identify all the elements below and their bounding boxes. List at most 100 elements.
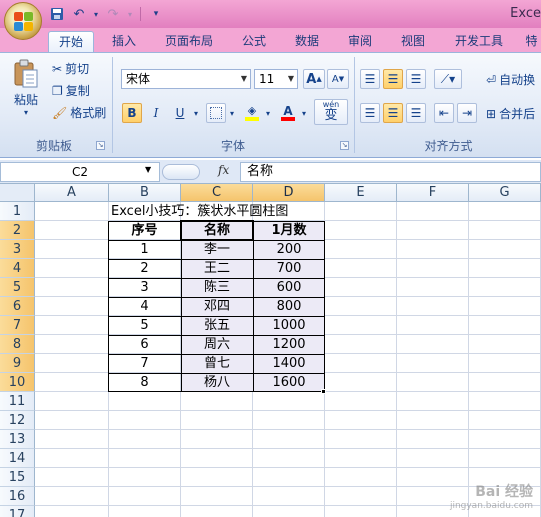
cut-button[interactable]: ✂ 剪切 [52, 60, 89, 77]
tab-home[interactable]: 开始 [48, 31, 94, 52]
align-center-button[interactable]: ☰ [383, 103, 403, 123]
shrink-font-icon: A [331, 73, 339, 85]
row-header-8[interactable]: 8 [0, 335, 35, 354]
font-launcher-icon[interactable]: ↘ [340, 141, 349, 150]
borders-dropdown-icon[interactable]: ▾ [226, 103, 238, 123]
column-header-f[interactable]: F [397, 184, 469, 202]
font-name-combo[interactable]: 宋体 ▼ [121, 69, 251, 89]
paste-button[interactable]: 粘贴 ▾ [8, 59, 44, 117]
phonetic-button[interactable]: wén 变 [314, 99, 348, 125]
undo-icon[interactable]: ↶ [70, 5, 88, 23]
worksheet-grid[interactable]: ABCDEFG 1 2 3 4 5 6 7 8 9 10 11 12 13 14 15 16 17 Excel小… [0, 184, 541, 517]
row-header-12[interactable]: 12 [0, 411, 35, 430]
orientation-button[interactable]: ⟋▾ [434, 69, 462, 89]
tab-page-layout[interactable]: 页面布局 [156, 31, 222, 52]
row-header-4[interactable]: 4 [0, 259, 35, 278]
row-header-17[interactable]: 17 [0, 506, 35, 517]
customize-qat-icon[interactable]: ▾ [147, 5, 165, 23]
merge-center-button[interactable]: ⊞ 合并后 [486, 105, 535, 122]
row-header-10[interactable]: 10 [0, 373, 35, 392]
tab-view[interactable]: 视图 [393, 31, 433, 52]
name-box-dropdown-icon[interactable]: ▼ [145, 165, 151, 174]
title-cell[interactable]: Excel小技巧：簇状水平圆柱图 [110, 202, 340, 221]
italic-button[interactable]: I [146, 103, 166, 123]
fill-color-dropdown-icon[interactable]: ▾ [262, 103, 274, 123]
align-middle-button[interactable]: ☰ [383, 69, 403, 89]
tab-formulas[interactable]: 公式 [234, 31, 274, 52]
scissors-icon: ✂ [52, 61, 63, 76]
decrease-indent-button[interactable]: ⇤ [434, 103, 454, 123]
row-header-15[interactable]: 15 [0, 468, 35, 487]
font-color-button[interactable]: A [278, 103, 298, 123]
align-right-button[interactable]: ☰ [406, 103, 426, 123]
row-header-13[interactable]: 13 [0, 430, 35, 449]
column-header-b[interactable]: B [109, 184, 181, 202]
tab-review[interactable]: 审阅 [340, 31, 380, 52]
wrap-text-button[interactable]: ⏎ 自动换 [486, 71, 535, 88]
font-size-combo[interactable]: 11 ▼ [254, 69, 298, 89]
tab-data[interactable]: 数据 [287, 31, 327, 52]
underline-button[interactable]: U [170, 103, 190, 123]
font-size-dropdown-icon[interactable]: ▼ [288, 70, 294, 88]
tab-developer[interactable]: 开发工具 [446, 31, 512, 52]
column-header-c[interactable]: C [181, 184, 253, 202]
align-left-icon: ☰ [364, 106, 376, 120]
column-header-e[interactable]: E [325, 184, 397, 202]
column-gridline [468, 202, 469, 517]
row-header-6[interactable]: 6 [0, 297, 35, 316]
formula-input[interactable]: 名称 [240, 162, 541, 182]
fill-handle[interactable] [321, 389, 326, 394]
select-all-corner[interactable] [0, 184, 35, 202]
bold-button[interactable]: B [122, 103, 142, 123]
formula-bar: C2 ▼ fx 名称 [0, 160, 541, 184]
office-button[interactable] [4, 2, 42, 40]
insert-function-icon[interactable]: fx [218, 163, 229, 177]
column-header-a[interactable]: A [35, 184, 109, 202]
grow-font-button[interactable]: A ▲ [303, 69, 325, 89]
formula-cancel-enter-button[interactable] [162, 164, 200, 180]
tab-more[interactable]: 特 [522, 31, 541, 52]
save-icon[interactable] [48, 5, 66, 23]
copy-button[interactable]: ❐ 复制 [52, 82, 90, 99]
font-name-dropdown-icon[interactable]: ▼ [241, 70, 247, 88]
undo-dropdown-icon[interactable]: ▾ [92, 5, 100, 23]
align-bottom-button[interactable]: ☰ [406, 69, 426, 89]
increase-indent-button[interactable]: ⇥ [457, 103, 477, 123]
redo-dropdown-icon[interactable]: ▾ [126, 5, 134, 23]
column-header-d[interactable]: D [253, 184, 325, 202]
row-header-11[interactable]: 11 [0, 392, 35, 411]
baidu-watermark: Bai 经验 jingyan.baidu.com [449, 484, 533, 511]
row-header-2[interactable]: 2 [0, 221, 35, 240]
row-header-9[interactable]: 9 [0, 354, 35, 373]
table-row-border [108, 354, 325, 355]
active-cell-indicator [180, 220, 254, 241]
row-header-5[interactable]: 5 [0, 278, 35, 297]
underline-dropdown-icon[interactable]: ▾ [190, 103, 202, 123]
row-header-3[interactable]: 3 [0, 240, 35, 259]
clipboard-launcher-icon[interactable]: ↘ [96, 141, 105, 150]
row-header-7[interactable]: 7 [0, 316, 35, 335]
row-header-16[interactable]: 16 [0, 487, 35, 506]
align-middle-icon: ☰ [387, 72, 399, 86]
table-border [108, 221, 325, 392]
shrink-font-button[interactable]: A ▼ [327, 69, 349, 89]
row-header-14[interactable]: 14 [0, 449, 35, 468]
format-painter-icon: 🖌 [52, 105, 68, 120]
app-title: Exce [510, 6, 541, 21]
tab-insert[interactable]: 插入 [104, 31, 144, 52]
paste-label: 粘贴 [13, 93, 38, 107]
name-box[interactable]: C2 [0, 162, 160, 182]
fill-color-button[interactable]: ◈ [242, 103, 262, 123]
column-gridline [396, 202, 397, 517]
office-logo-icon [14, 12, 34, 32]
align-top-button[interactable]: ☰ [360, 69, 380, 89]
redo-icon[interactable]: ↷ [104, 5, 122, 23]
bold-icon: B [127, 106, 137, 120]
row-header-1[interactable]: 1 [0, 202, 35, 221]
font-color-dropdown-icon[interactable]: ▾ [298, 103, 310, 123]
borders-button[interactable] [206, 103, 226, 123]
column-header-g[interactable]: G [469, 184, 541, 202]
align-left-button[interactable]: ☰ [360, 103, 380, 123]
format-painter-button[interactable]: 🖌 格式刷 [52, 104, 106, 121]
font-group-label: 字体 [220, 139, 245, 153]
